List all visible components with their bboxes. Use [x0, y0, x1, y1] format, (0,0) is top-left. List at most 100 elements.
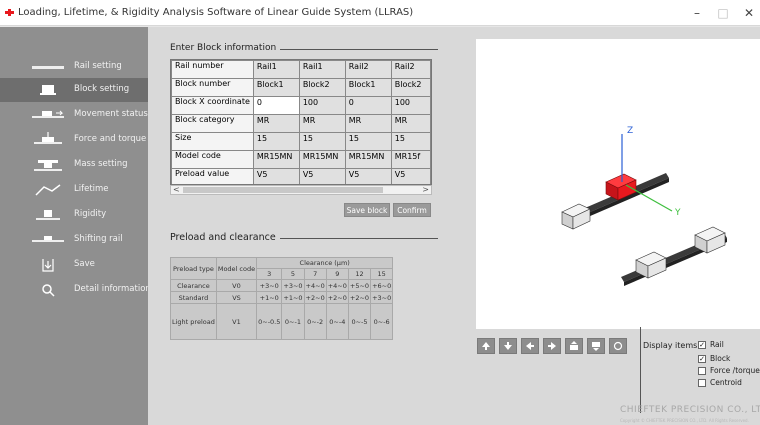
size-header: 12: [347, 268, 372, 280]
clearance-value: +3~0: [281, 279, 305, 292]
view-up-button[interactable]: [477, 338, 495, 354]
block-table-row: Preload value V5 V5 V5 V5: [171, 168, 431, 184]
sidebar-item-label: Mass setting: [74, 159, 128, 169]
block-cell[interactable]: Rail1: [298, 60, 346, 79]
block-table-container: Rail number Rail1 Rail1 Rail2 Rail2 Block num…: [170, 59, 432, 185]
arrow-up-icon: [482, 342, 490, 350]
scroll-right-icon[interactable]: >: [422, 185, 429, 194]
block-cell[interactable]: MR15MN: [344, 150, 392, 169]
centroid-checkbox[interactable]: [698, 379, 706, 387]
block-cell[interactable]: 100: [390, 96, 431, 115]
block-cell[interactable]: MR: [298, 114, 346, 133]
clearance-header: Clearance (μm): [256, 257, 394, 269]
block-cell[interactable]: 100: [298, 96, 346, 115]
row-header: Preload value: [171, 168, 254, 184]
view-bottom-icon: [592, 342, 600, 351]
clearance-value: +1~0: [281, 291, 305, 304]
clearance-value: 0~-1: [281, 303, 305, 340]
block-cell[interactable]: 15: [344, 132, 392, 151]
view-top-button[interactable]: [565, 338, 583, 354]
maximize-button[interactable]: □: [712, 3, 734, 23]
view-right-button[interactable]: [543, 338, 561, 354]
view-left-button[interactable]: [521, 338, 539, 354]
block-cell[interactable]: V5: [390, 168, 431, 184]
block-cell[interactable]: V5: [252, 168, 300, 184]
save-block-button[interactable]: Save block: [344, 203, 390, 217]
view-top-icon: [570, 341, 578, 350]
row-header: Block X coordinate: [171, 96, 254, 115]
block-cell[interactable]: MR15f: [390, 150, 431, 169]
block-cell[interactable]: Block1: [344, 78, 392, 97]
close-button[interactable]: ✕: [738, 3, 760, 23]
preload-type: Light preload: [170, 303, 217, 340]
block-cell[interactable]: Block2: [390, 78, 431, 97]
block-table-row: Size 15 15 15 15: [171, 132, 431, 151]
block-cell[interactable]: MR15MN: [298, 150, 346, 169]
sidebar-item-shifting-rail[interactable]: Shifting rail: [0, 228, 148, 252]
size-header: 7: [303, 268, 327, 280]
force-torque-checkbox[interactable]: [698, 367, 706, 375]
block-cell[interactable]: MR15MN: [252, 150, 300, 169]
block-cell[interactable]: Block1: [252, 78, 300, 97]
view-down-button[interactable]: [499, 338, 517, 354]
y-axis-label: Y: [674, 208, 681, 218]
block-table-row: Rail number Rail1 Rail1 Rail2 Rail2: [171, 60, 431, 79]
block-rail2-block2[interactable]: [694, 226, 726, 254]
horizontal-scrollbar[interactable]: < >: [170, 185, 432, 195]
block-cell[interactable]: 15: [252, 132, 300, 151]
clearance-value: 0~-5: [347, 303, 372, 340]
sidebar-item-movement-status[interactable]: Movement status: [0, 103, 148, 127]
block-table-row: Block category MR MR MR MR: [171, 114, 431, 133]
row-header: Block number: [171, 78, 254, 97]
company-brand: CHIEFTEK PRECISION CO., LTD.: [620, 405, 760, 415]
model-3d-canvas[interactable]: Z Y: [476, 39, 760, 329]
view-bottom-button[interactable]: [587, 338, 605, 354]
block-cell[interactable]: V5: [344, 168, 392, 184]
row-header: Model code: [171, 150, 254, 169]
block-cell[interactable]: 0: [344, 96, 392, 115]
preload-title: Preload and clearance: [170, 232, 280, 243]
sidebar-item-lifetime[interactable]: Lifetime: [0, 178, 148, 202]
sidebar-item-save[interactable]: Save: [0, 253, 148, 277]
clearance-value: 0~-6: [370, 303, 394, 340]
block-rail1-block1[interactable]: [561, 203, 591, 230]
sidebar-item-label: Rail setting: [74, 61, 122, 71]
block-cell[interactable]: Rail2: [390, 60, 431, 79]
sidebar-item-mass-setting[interactable]: Mass setting: [0, 153, 148, 177]
block-cell[interactable]: 15: [298, 132, 346, 151]
preload-row: Light preload V1 0~-0.5 0~-1 0~-2 0~-4 0~-5 0~-…: [170, 303, 394, 340]
row-header: Rail number: [171, 60, 254, 79]
block-cell[interactable]: V5: [298, 168, 346, 184]
display-items-panel: Display items ✓ Rail ✓ Block Force /torq…: [639, 332, 760, 412]
sidebar-item-detail-information[interactable]: Detail information: [0, 278, 151, 302]
rail-checkbox[interactable]: ✓: [698, 341, 706, 349]
sidebar-item-rigidity[interactable]: Rigidity: [0, 203, 148, 227]
block-cell[interactable]: Rail2: [344, 60, 392, 79]
preload-type-header: Preload type: [170, 257, 217, 280]
block-cell[interactable]: MR: [390, 114, 431, 133]
save-icon: [42, 259, 54, 272]
block-cell[interactable]: MR: [252, 114, 300, 133]
block-cell[interactable]: Block2: [298, 78, 346, 97]
preload-row: Clearance V0 +3~0 +3~0 +4~0 +4~0 +5~0 +6~0: [170, 279, 394, 292]
scroll-thumb[interactable]: [183, 187, 383, 193]
sidebar-item-label: Block setting: [74, 84, 130, 94]
sidebar-item-block-setting[interactable]: Block setting: [0, 78, 148, 102]
clearance-value: +5~0: [347, 279, 372, 292]
block-cell[interactable]: MR: [344, 114, 392, 133]
block-rail2-block1[interactable]: [635, 251, 667, 279]
block-cell[interactable]: Rail1: [252, 60, 300, 79]
minimize-button[interactable]: –: [686, 3, 708, 23]
display-items-label: Display items: [643, 341, 698, 350]
block-cell[interactable]: 15: [390, 132, 431, 151]
block-cell[interactable]: 0: [252, 96, 300, 115]
sidebar-item-force-and-torque[interactable]: Force and torque: [0, 128, 148, 152]
size-header: 5: [281, 268, 305, 280]
sidebar-item-rail-setting[interactable]: Rail setting: [0, 55, 148, 79]
block-checkbox[interactable]: ✓: [698, 355, 706, 363]
scroll-left-icon[interactable]: <: [173, 185, 180, 194]
arrow-down-icon: [504, 342, 512, 350]
view-reset-button[interactable]: [609, 338, 627, 354]
confirm-button[interactable]: Confirm: [393, 203, 431, 217]
sidebar-item-label: Detail information: [74, 284, 151, 294]
